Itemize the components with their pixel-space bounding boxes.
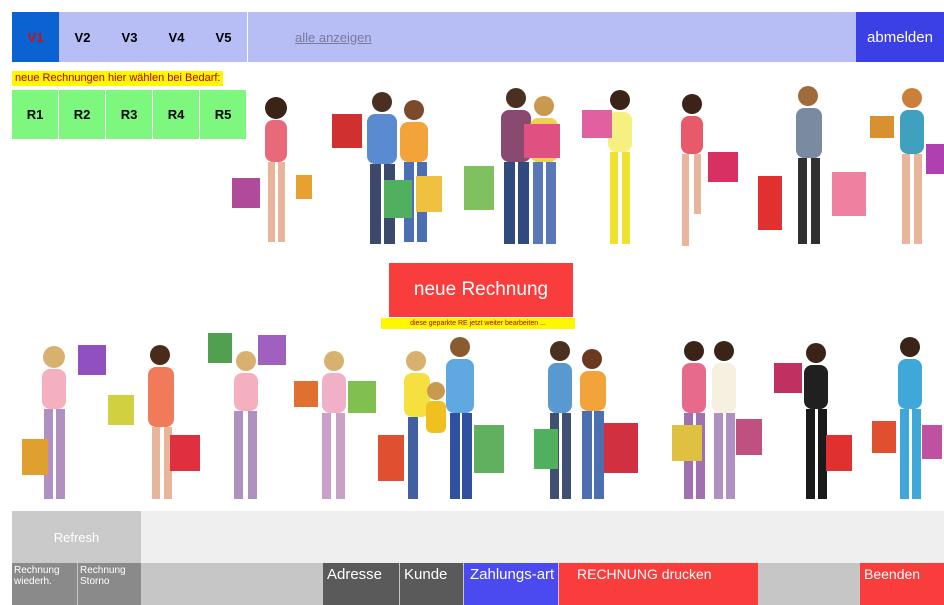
tab-v2[interactable]: V2 xyxy=(59,12,107,62)
invoice-buttons: R1 R2 R3 R4 R5 xyxy=(12,90,247,139)
customer-button[interactable]: Kunde xyxy=(400,563,463,605)
tab-v1[interactable]: V1 xyxy=(12,12,60,62)
top-navigation-bar: V1 V2 V3 V4 V5 alle anzeigen abmelden xyxy=(12,12,944,62)
invoice-button-r2[interactable]: R2 xyxy=(59,90,106,139)
new-invoices-hint: neue Rechnungen hier wählen bei Bedarf: xyxy=(12,71,224,86)
shoppers-photo-top xyxy=(232,86,944,246)
refresh-button[interactable]: Refresh xyxy=(12,511,141,563)
invoice-button-r3[interactable]: R3 xyxy=(106,90,153,139)
show-all-link[interactable]: alle anzeigen xyxy=(295,12,372,62)
new-invoice-button[interactable]: neue Rechnung xyxy=(389,263,573,317)
invoice-button-r1[interactable]: R1 xyxy=(12,90,59,139)
reprint-invoice-button[interactable]: Rechnung wiederh. xyxy=(12,563,77,605)
logout-button[interactable]: abmelden xyxy=(856,12,944,62)
bottom-toolbar: Rechnung wiederh. Rechnung Storno Adress… xyxy=(12,563,944,605)
exit-button[interactable]: Beenden xyxy=(860,563,944,605)
print-invoice-button[interactable]: RECHNUNG drucken xyxy=(559,563,758,605)
invoice-button-r4[interactable]: R4 xyxy=(153,90,200,139)
tab-v4[interactable]: V4 xyxy=(153,12,201,62)
address-button[interactable]: Adresse xyxy=(323,563,399,605)
refresh-strip xyxy=(12,511,944,563)
cancel-invoice-button[interactable]: Rechnung Storno xyxy=(78,563,141,605)
tab-v5[interactable]: V5 xyxy=(200,12,248,62)
payment-method-button[interactable]: Zahlungs-art xyxy=(464,563,558,605)
shoppers-photo-bottom xyxy=(22,333,942,499)
tab-v3[interactable]: V3 xyxy=(106,12,154,62)
